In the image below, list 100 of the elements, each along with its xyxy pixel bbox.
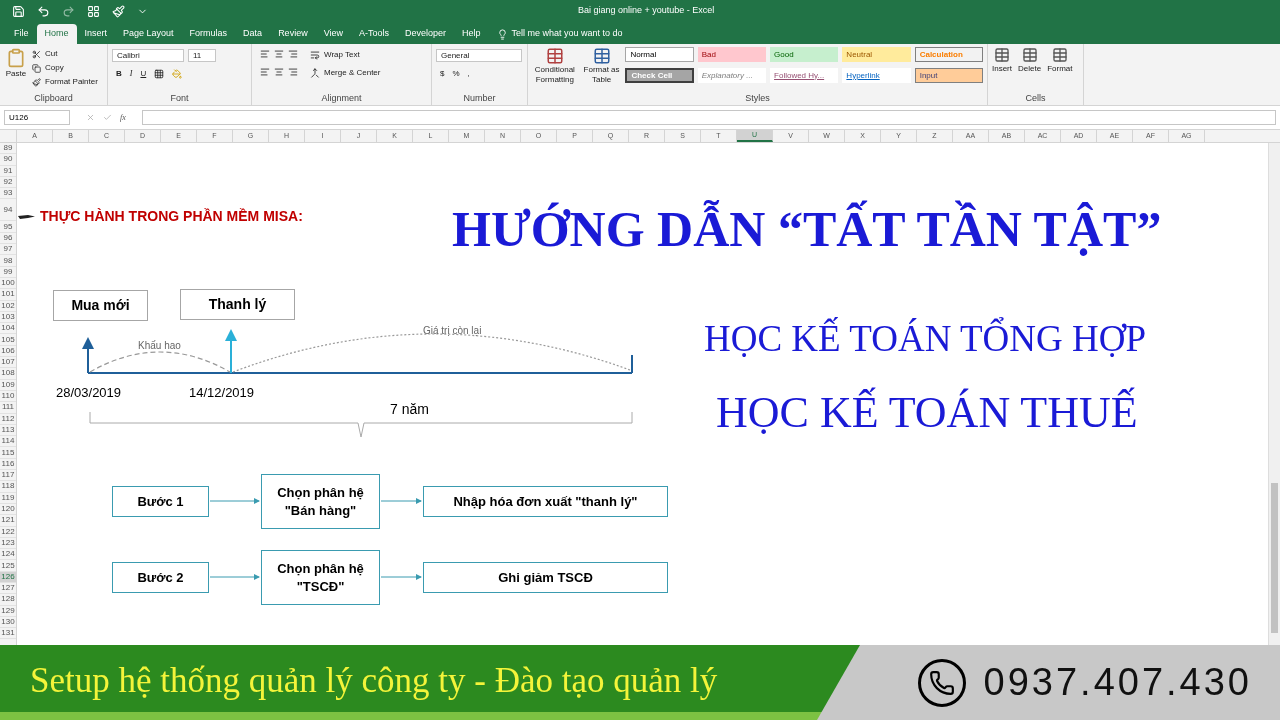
row-header[interactable]: 112	[0, 413, 16, 425]
date-label: 28/03/2019	[56, 384, 122, 402]
copy-button[interactable]: Copy	[32, 62, 98, 74]
cell-style-button[interactable]: Bad	[697, 47, 767, 62]
align-right-icon[interactable]	[288, 67, 298, 77]
flow-arrow	[380, 574, 422, 580]
cancel-icon[interactable]	[86, 113, 95, 122]
row-header[interactable]: 113	[0, 424, 16, 437]
ribbon-tab[interactable]: Data	[235, 24, 271, 44]
ribbon-tab[interactable]: Review	[270, 24, 316, 44]
cell-style-button[interactable]: Explanatory ...	[697, 68, 767, 83]
row-header[interactable]: 97	[0, 244, 16, 256]
row-header[interactable]: 127	[0, 583, 16, 595]
font-style-button[interactable]: I	[129, 68, 133, 80]
row-header[interactable]: 94	[0, 199, 16, 222]
row-header[interactable]: 110	[0, 390, 16, 403]
segment-label: Giá trị còn lại	[423, 324, 482, 338]
row-header[interactable]: 131	[0, 628, 16, 640]
align-center-icon[interactable]	[274, 67, 284, 77]
fill-color-icon[interactable]	[172, 69, 183, 79]
row-header[interactable]: 116	[0, 458, 16, 470]
ribbon-tab[interactable]: Developer	[397, 24, 455, 44]
row-header[interactable]: 106	[0, 345, 16, 358]
scrollbar-thumb[interactable]	[1271, 483, 1278, 633]
row-header[interactable]: 93	[0, 188, 16, 200]
font-name-field[interactable]: Calibri	[112, 49, 184, 62]
row-header[interactable]: 130	[0, 616, 16, 629]
ribbon-tab[interactable]: Home	[36, 24, 77, 44]
row-header[interactable]: 118	[0, 481, 16, 493]
row-header[interactable]: 98	[0, 255, 16, 267]
row-header[interactable]: 123	[0, 537, 16, 550]
name-box[interactable]: U126	[4, 110, 70, 125]
cell-style-button[interactable]: Input	[914, 68, 983, 83]
row-header[interactable]: 126	[0, 571, 16, 583]
subtitle: HỌC KẾ TOÁN TỔNG HỢP	[704, 317, 1146, 361]
merge-center-button[interactable]: Merge & Center	[310, 67, 381, 79]
number-format-button[interactable]: %	[452, 68, 460, 80]
row-header[interactable]: 103	[0, 311, 16, 324]
number-format-field[interactable]: General	[436, 49, 522, 62]
row-header[interactable]: 104	[0, 323, 16, 335]
cell-style-button[interactable]: Hyperlink	[842, 68, 911, 83]
row-header[interactable]: 99	[0, 266, 16, 278]
cells-button[interactable]: Delete	[1018, 47, 1042, 75]
cells-button[interactable]: Format	[1047, 47, 1073, 75]
row-header[interactable]: 95	[0, 221, 16, 233]
cut-button[interactable]: Cut	[32, 48, 98, 60]
row-header[interactable]: 109	[0, 379, 16, 391]
borders-icon[interactable]	[154, 69, 165, 79]
tell-me-field[interactable]: Tell me what you want to do	[511, 27, 623, 41]
row-header[interactable]: 125	[0, 560, 16, 572]
ribbon-tab[interactable]: View	[315, 24, 351, 44]
format-as-table-button[interactable]: Format as Table	[581, 47, 622, 85]
row-header[interactable]: 124	[0, 549, 16, 561]
row-header[interactable]: 108	[0, 368, 16, 380]
number-format-button[interactable]: ,	[467, 68, 470, 80]
ribbon-tab[interactable]: Help	[454, 24, 489, 44]
row-header[interactable]: 91	[0, 165, 16, 177]
row-header[interactable]: 115	[0, 447, 16, 459]
save-icon[interactable]	[12, 4, 25, 18]
row-header[interactable]: 128	[0, 594, 16, 606]
font-style-button[interactable]: B	[116, 68, 122, 80]
row-header[interactable]: 120	[0, 503, 16, 516]
row-header[interactable]: 117	[0, 470, 16, 482]
row-header[interactable]: 100	[0, 277, 16, 290]
cell-style-button[interactable]: Followed Hy...	[770, 68, 839, 83]
enter-icon[interactable]	[103, 113, 112, 122]
row-header[interactable]: 92	[0, 176, 16, 189]
undo-icon[interactable]	[37, 4, 50, 18]
row-header[interactable]: 119	[0, 492, 16, 504]
ribbon-tab[interactable]: Formulas	[181, 24, 236, 44]
insert-function-button[interactable]: fx	[120, 111, 126, 124]
font-style-button[interactable]: U	[140, 68, 147, 80]
ribbon-tab[interactable]: A-Tools	[351, 24, 397, 44]
row-header[interactable]: 96	[0, 232, 16, 245]
row-header[interactable]: 111	[0, 402, 16, 414]
wrap-text-button[interactable]: Wrap Text	[310, 49, 381, 61]
row-header[interactable]: 89	[0, 143, 16, 155]
row-header[interactable]: 114	[0, 436, 16, 448]
format-painter-button[interactable]: Format Painter	[32, 76, 98, 88]
row-header[interactable]: 101	[0, 289, 16, 301]
row-header[interactable]: 102	[0, 300, 16, 312]
number-format-button[interactable]: $	[440, 68, 445, 80]
conditional-formatting-button[interactable]: Conditional Formatting	[532, 47, 578, 85]
cells-button[interactable]: Insert	[992, 47, 1012, 75]
row-header[interactable]: 105	[0, 334, 16, 346]
cell-style-button[interactable]: Neutral	[842, 47, 911, 62]
paste-button[interactable]: Paste	[4, 48, 28, 88]
row-header[interactable]: 121	[0, 515, 16, 527]
row-header[interactable]: 107	[0, 357, 16, 369]
cell-style-button[interactable]: Normal	[625, 47, 694, 62]
formula-input[interactable]	[141, 110, 1276, 125]
align-left-icon[interactable]	[260, 67, 270, 77]
row-header[interactable]: 90	[0, 154, 16, 166]
row-header[interactable]: 129	[0, 605, 16, 617]
row-header[interactable]: 122	[0, 526, 16, 538]
cell-style-button[interactable]: Good	[770, 47, 839, 62]
ribbon-tab[interactable]: Page Layout	[115, 24, 182, 44]
ribbon-tab[interactable]: File	[6, 24, 37, 44]
ribbon-tab[interactable]: Insert	[76, 24, 116, 44]
font-size-field[interactable]: 11	[188, 49, 216, 62]
